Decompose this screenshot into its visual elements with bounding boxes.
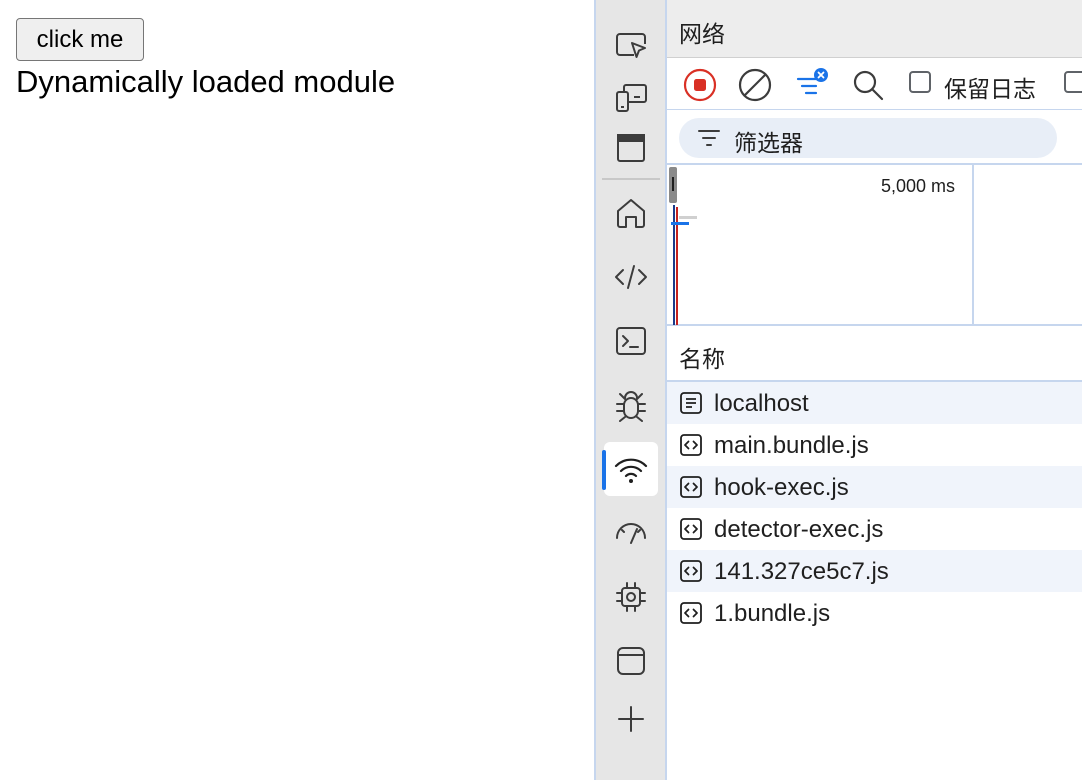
table-row[interactable]: 141.327ce5c7.js	[667, 550, 1082, 592]
devtools-activity-bar	[594, 0, 667, 780]
click-me-button[interactable]: click me	[16, 18, 144, 61]
table-row[interactable]: hook-exec.js	[667, 466, 1082, 508]
table-row[interactable]: localhost	[667, 382, 1082, 424]
script-icon	[680, 476, 702, 498]
activity-bar-divider	[602, 178, 660, 180]
panel-title: 网络	[679, 21, 725, 47]
console-icon[interactable]	[604, 314, 658, 368]
overview-tick-label: 5,000 ms	[881, 176, 956, 196]
add-tool-icon[interactable]	[604, 692, 658, 746]
filter-icon[interactable]	[791, 65, 831, 105]
request-name: main.bundle.js	[714, 432, 869, 459]
home-icon[interactable]	[604, 186, 658, 240]
network-wifi-icon[interactable]	[602, 442, 658, 496]
table-header: 名称	[667, 326, 1082, 382]
device-emulation-icon[interactable]	[604, 70, 658, 124]
preserve-log-label: 保留日志	[944, 76, 1036, 102]
memory-chip-icon[interactable]	[604, 570, 658, 624]
table-row[interactable]: 1.bundle.js	[667, 592, 1082, 634]
network-toolbar: 保留日志	[667, 58, 1082, 110]
active-tab-indicator	[602, 450, 606, 490]
web-page-content: click me Dynamically loaded module	[0, 0, 594, 780]
table-row[interactable]: main.bundle.js	[667, 424, 1082, 466]
column-header-name[interactable]: 名称	[679, 340, 725, 374]
table-row[interactable]: detector-exec.js	[667, 508, 1082, 550]
script-icon	[680, 434, 702, 456]
preserve-log-checkbox[interactable]	[909, 71, 931, 93]
request-name: hook-exec.js	[714, 474, 849, 501]
request-name: 141.327ce5c7.js	[714, 558, 889, 585]
clear-icon[interactable]	[735, 65, 775, 105]
overview-waterfall-bars	[671, 205, 697, 325]
network-panel: 网络 保留日志 筛选器 5,000 ms 名称 localhost main.b…	[667, 0, 1082, 780]
filter-funnel-icon	[698, 130, 720, 146]
request-name: 1.bundle.js	[714, 600, 831, 627]
performance-gauge-icon[interactable]	[604, 506, 658, 560]
script-icon	[680, 518, 702, 540]
elements-code-icon[interactable]	[604, 250, 658, 304]
script-icon	[680, 602, 702, 624]
inspect-icon[interactable]	[604, 18, 658, 72]
network-overview-timeline[interactable]: 5,000 ms	[667, 165, 1082, 326]
request-name: detector-exec.js	[714, 516, 884, 543]
record-stop-icon[interactable]	[680, 65, 720, 105]
document-icon	[680, 392, 702, 414]
filter-bar: 筛选器	[667, 110, 1082, 165]
disable-cache-checkbox[interactable]	[1064, 71, 1082, 93]
search-icon[interactable]	[848, 65, 888, 105]
dynamic-module-text: Dynamically loaded module	[16, 64, 396, 99]
filter-input[interactable]: 筛选器	[679, 118, 1057, 158]
script-icon	[680, 560, 702, 582]
browser-window-icon[interactable]	[604, 121, 658, 175]
panel-header: 网络	[667, 0, 1082, 58]
request-name: localhost	[714, 390, 809, 417]
overview-grid-line	[972, 165, 974, 324]
filter-placeholder: 筛选器	[734, 130, 803, 156]
application-icon[interactable]	[604, 634, 658, 688]
debugger-bug-icon[interactable]	[604, 378, 658, 432]
